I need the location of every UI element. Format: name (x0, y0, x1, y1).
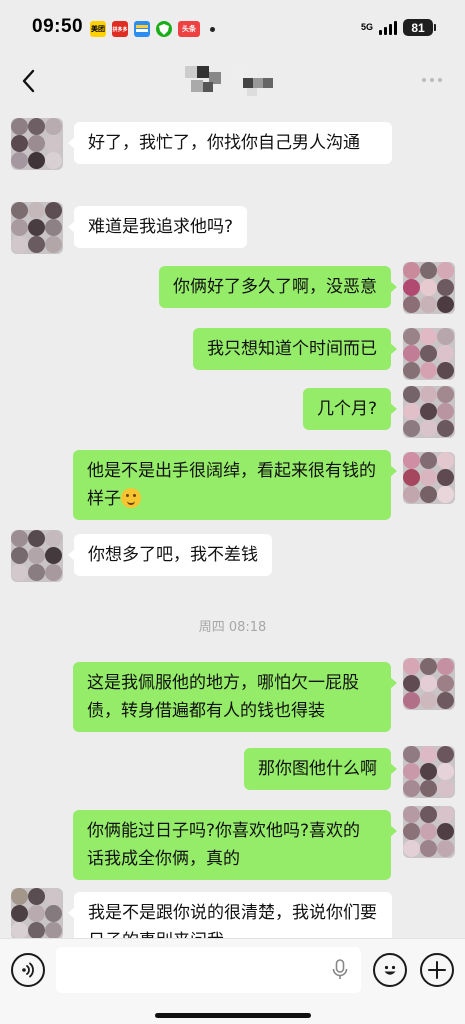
shield-icon (156, 21, 172, 37)
message-input[interactable] (56, 947, 361, 993)
avatar[interactable] (403, 658, 455, 710)
mic-icon[interactable] (330, 959, 350, 981)
avatar[interactable] (403, 262, 455, 314)
more-dots-icon (422, 78, 426, 82)
avatar[interactable] (403, 328, 455, 380)
voice-toggle-button[interactable] (11, 953, 45, 987)
avatar[interactable] (11, 888, 63, 938)
message-bubble-sent[interactable]: 这是我佩服他的地方，哪怕欠一屁股债，转身借遍都有人的钱也得装 (73, 662, 397, 732)
avatar[interactable] (11, 202, 63, 254)
pinduoduo-icon: 拼多多 (112, 21, 128, 37)
message-bubble-sent[interactable]: 几个月? (302, 388, 398, 430)
message-bubble-sent[interactable]: 你俩好了多久了啊，没恶意 (159, 266, 397, 308)
home-indicator (155, 1013, 311, 1018)
avatar[interactable] (403, 746, 455, 798)
chat-input-bar (0, 938, 465, 1024)
avatar[interactable] (11, 118, 63, 170)
message-list[interactable]: 好了，我忙了，你找你自己男人沟通 难道是我追求他吗? 你俩好了多久了啊，没恶意 … (0, 106, 465, 938)
emoji-icon (384, 965, 396, 975)
avatar[interactable] (403, 386, 455, 438)
message-bubble-received[interactable]: 你想多了吧，我不差钱 (68, 534, 272, 576)
signal-area: 5G 81 (360, 19, 436, 36)
toutiao-icon: 头条 (178, 21, 200, 37)
battery-icon: 81 (403, 19, 436, 36)
message-timestamp: 周四 08:18 (198, 620, 267, 635)
chat-header (0, 56, 465, 106)
message-bubble-received[interactable]: 好了，我忙了，你找你自己男人沟通 (68, 122, 392, 164)
thinking-face-icon (121, 488, 141, 508)
message-bubble-received[interactable]: 难道是我追求他吗? (67, 206, 248, 248)
alipay-card-icon (134, 21, 150, 37)
avatar[interactable] (11, 530, 63, 582)
message-bubble-sent[interactable]: 他是不是出手很阔绰，看起来很有钱的样子 (73, 450, 397, 520)
status-app-icons: 美团 拼多多 头条 (90, 21, 215, 37)
notification-dot (210, 26, 215, 32)
message-bubble-sent[interactable]: 那你图他什么啊 (244, 748, 397, 790)
more-options-button[interactable] (417, 70, 447, 90)
voice-icon (22, 962, 34, 978)
status-bar: 09:50 美团 拼多多 头条 5G 81 (0, 0, 465, 56)
status-time: 09:50 (32, 16, 84, 37)
signal-bars-icon (379, 20, 397, 35)
chevron-left-icon (22, 69, 35, 93)
back-button[interactable] (14, 64, 44, 98)
more-functions-button[interactable] (420, 953, 454, 987)
meituan-icon: 美团 (90, 21, 106, 37)
message-bubble-sent[interactable]: 我只想知道个时间而已 (193, 328, 397, 370)
contact-name-redacted (185, 64, 285, 98)
avatar[interactable] (403, 452, 455, 504)
network-label: 5G (360, 22, 373, 32)
emoji-button[interactable] (373, 953, 407, 987)
message-bubble-received[interactable]: 我是不是跟你说的很清楚，我说你们要日子的事别来问我 (68, 892, 392, 938)
plus-icon (428, 961, 446, 979)
avatar[interactable] (403, 806, 455, 858)
message-bubble-sent[interactable]: 你俩能过日子吗?你喜欢他吗?喜欢的话我成全你俩，真的 (73, 810, 397, 880)
